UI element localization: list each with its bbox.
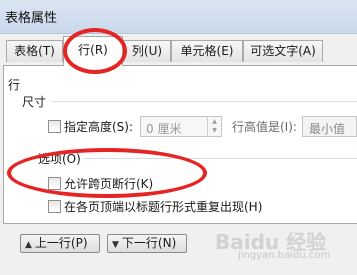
previous-row-button[interactable]: ▲ 上一行(P) [20,234,100,253]
watermark-url: jingyan.baidu.com [238,250,331,261]
title-bar: 表格属性 [0,0,357,34]
height-spinner[interactable]: 0 厘米 ▲ ▼ [140,116,222,137]
spinner-up-icon[interactable]: ▲ [208,117,221,126]
tab-cell[interactable]: 单元格(E) [171,40,243,62]
row-heading: 行 [8,78,21,92]
allow-row-break-checkbox[interactable] [48,177,61,190]
size-divider [52,101,357,102]
triangle-up-icon: ▲ [25,240,32,250]
next-row-label: 下一行(N) [121,236,177,250]
tab-table[interactable]: 表格(T) [6,40,63,62]
row-height-select[interactable]: 最小值 [302,116,357,137]
spinner-down-icon[interactable]: ▼ [208,126,221,135]
spinner-buttons[interactable]: ▲ ▼ [207,117,221,136]
allow-row-break-label: 允许跨页断行(K) [64,177,154,191]
row-height-value: 最小值 [309,122,346,136]
options-divider [84,158,357,159]
window-title: 表格属性 [5,11,58,26]
specify-height-label: 指定高度(S): [64,120,134,134]
tab-row[interactable]: 行(R) [63,36,123,66]
height-value: 0 厘米 [146,122,182,136]
repeat-header-label: 在各页顶端以标题行形式重复出现(H) [64,200,263,214]
row-height-label: 行高值是(I): [232,120,297,134]
triangle-down-icon: ▼ [112,240,119,250]
previous-row-label: 上一行(P) [34,236,88,250]
repeat-header-checkbox[interactable] [48,200,61,213]
size-heading: 尺寸 [22,95,47,109]
tab-column[interactable]: 列(U) [123,40,171,62]
specify-height-checkbox[interactable] [48,120,61,133]
next-row-button[interactable]: ▼ 下一行(N) [107,234,187,253]
options-heading: 选项(O) [38,152,81,166]
tab-alt-text[interactable]: 可选文字(A) [243,40,323,62]
